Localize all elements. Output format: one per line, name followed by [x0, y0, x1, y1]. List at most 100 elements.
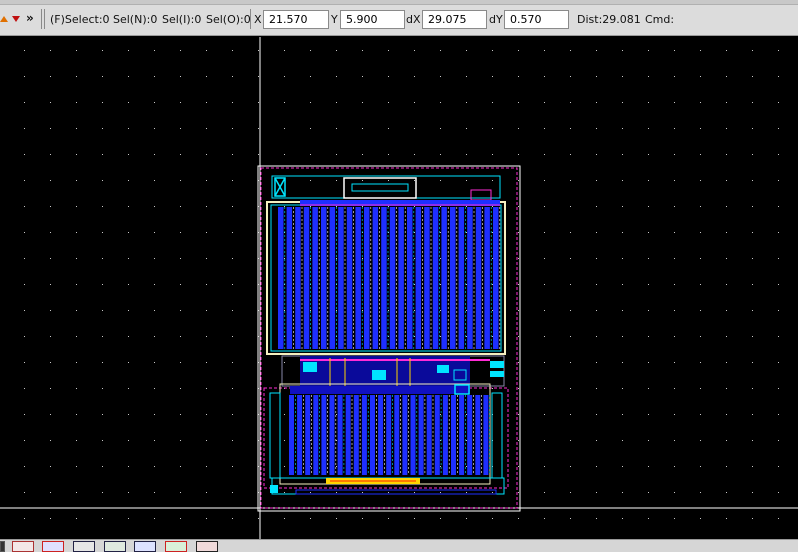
grid-dot	[154, 258, 155, 259]
dropdown-arrow-icon[interactable]	[11, 15, 21, 23]
grid-dot	[440, 128, 441, 129]
grid-dot	[206, 310, 207, 311]
grid-dot	[596, 50, 597, 51]
grid-dot	[518, 414, 519, 415]
grid-dot	[232, 232, 233, 233]
grid-dot	[648, 414, 649, 415]
grid-dot	[50, 206, 51, 207]
grid-dot	[102, 466, 103, 467]
grid-dot	[700, 440, 701, 441]
grid-dot	[622, 154, 623, 155]
grid-dot	[336, 102, 337, 103]
layout-canvas[interactable]	[0, 37, 798, 539]
layout-cell[interactable]	[257, 165, 521, 512]
seli-count: Sel(I):0	[162, 13, 202, 26]
grid-dot	[414, 232, 415, 233]
tool-icon-4[interactable]	[73, 541, 95, 552]
upper-finger	[407, 207, 413, 349]
grid-dot	[778, 206, 779, 207]
grid-dot	[128, 336, 129, 337]
grid-dot	[388, 206, 389, 207]
tool-icon-3[interactable]	[42, 541, 64, 552]
grid-dot	[648, 102, 649, 103]
lower-finger	[483, 395, 489, 475]
grid-dot	[310, 258, 311, 259]
grid-dot	[388, 128, 389, 129]
grid-dot	[24, 388, 25, 389]
grid-dot	[310, 492, 311, 493]
grid-dot	[778, 336, 779, 337]
grid-dot	[648, 284, 649, 285]
grid-dot	[24, 154, 25, 155]
grid-dot	[154, 492, 155, 493]
grid-dot	[206, 388, 207, 389]
grid-dot	[180, 206, 181, 207]
grid-dot	[544, 518, 545, 519]
lower-finger	[297, 395, 303, 475]
grid-dot	[674, 466, 675, 467]
layer-arrow-icon[interactable]	[0, 14, 10, 24]
grid-dot	[518, 102, 519, 103]
tool-icon-8[interactable]	[196, 541, 218, 552]
grid-dot	[700, 258, 701, 259]
layout-drawing[interactable]	[0, 37, 798, 539]
dy-field[interactable]: 0.570	[504, 10, 569, 29]
lower-finger	[337, 395, 343, 475]
grid-dot	[778, 154, 779, 155]
upper-finger	[424, 207, 430, 349]
grid-dot	[778, 388, 779, 389]
grid-dot	[76, 284, 77, 285]
grid-dot	[622, 440, 623, 441]
grid-dot	[180, 518, 181, 519]
grid-dot	[154, 362, 155, 363]
grid-dot	[76, 362, 77, 363]
more-icon[interactable]: »	[26, 11, 34, 25]
grid-dot	[700, 206, 701, 207]
dx-field[interactable]: 29.075	[422, 10, 487, 29]
grid-dot	[128, 388, 129, 389]
upper-finger	[441, 207, 447, 349]
tool-icon-1[interactable]	[0, 541, 5, 552]
grid-dot	[76, 154, 77, 155]
grid-dot	[570, 440, 571, 441]
y-coordinate-field[interactable]: 5.900	[340, 10, 405, 29]
grid-dot	[726, 76, 727, 77]
grid-dot	[206, 284, 207, 285]
grid-dot	[414, 258, 415, 259]
grid-dot	[596, 492, 597, 493]
tool-icon-7[interactable]	[165, 541, 187, 552]
lower-finger	[345, 395, 351, 475]
grid-dot	[336, 206, 337, 207]
grid-dot	[700, 232, 701, 233]
grid-dot	[752, 102, 753, 103]
grid-dot	[648, 336, 649, 337]
grid-dot	[544, 492, 545, 493]
grid-dot	[206, 414, 207, 415]
grid-dot	[570, 258, 571, 259]
grid-dot	[596, 232, 597, 233]
tool-icon-5[interactable]	[104, 541, 126, 552]
grid-dot	[648, 492, 649, 493]
grid-dot	[50, 284, 51, 285]
grid-dot	[674, 518, 675, 519]
grid-dot	[752, 180, 753, 181]
grid-dot	[622, 76, 623, 77]
tool-icon-2[interactable]	[12, 541, 34, 552]
grid-dot	[440, 414, 441, 415]
grid-dot	[76, 466, 77, 467]
x-coordinate-field[interactable]: 21.570	[263, 10, 329, 29]
grid-dot	[570, 102, 571, 103]
grid-dot	[466, 102, 467, 103]
grid-dot	[622, 336, 623, 337]
grid-dot	[752, 466, 753, 467]
lower-finger	[418, 395, 424, 475]
grid-dot	[596, 466, 597, 467]
grid-dot	[102, 414, 103, 415]
lower-finger	[410, 395, 416, 475]
grid-dot	[362, 492, 363, 493]
tool-icon-6[interactable]	[134, 541, 156, 552]
grid-dot	[440, 102, 441, 103]
grid-dot	[102, 284, 103, 285]
grid-dot	[544, 128, 545, 129]
grid-dot	[76, 440, 77, 441]
